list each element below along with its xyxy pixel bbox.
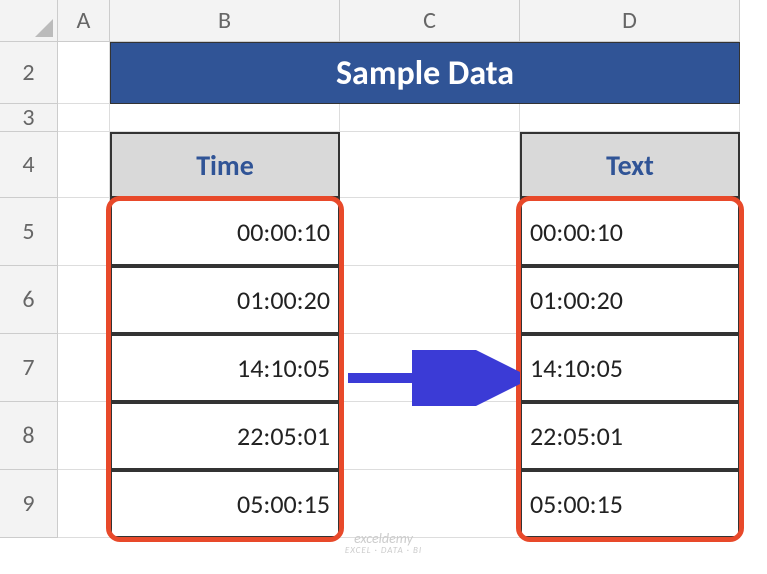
- col-header-D[interactable]: D: [520, 0, 740, 42]
- time-6[interactable]: 01:00:20: [110, 266, 340, 334]
- row-header-6[interactable]: 6: [0, 266, 58, 334]
- cell-D3[interactable]: [520, 104, 740, 132]
- time-5[interactable]: 00:00:10: [110, 198, 340, 266]
- time-8[interactable]: 22:05:01: [110, 402, 340, 470]
- watermark-line2: EXCEL · DATA · BI: [345, 546, 422, 556]
- cell-A2[interactable]: [58, 42, 110, 104]
- col-header-B[interactable]: B: [110, 0, 340, 42]
- row-header-4[interactable]: 4: [0, 132, 58, 198]
- cell-A4[interactable]: [58, 132, 110, 198]
- text-7[interactable]: 14:10:05: [520, 334, 740, 402]
- row-headers: 2 3 4 5 6 7 8 9: [0, 42, 58, 538]
- row-header-2[interactable]: 2: [0, 42, 58, 104]
- cell-C6[interactable]: [340, 266, 520, 334]
- cell-A3[interactable]: [58, 104, 110, 132]
- watermark-line1: exceldemy: [345, 531, 422, 546]
- row-header-3[interactable]: 3: [0, 104, 58, 132]
- row-header-7[interactable]: 7: [0, 334, 58, 402]
- text-5[interactable]: 00:00:10: [520, 198, 740, 266]
- row-header-5[interactable]: 5: [0, 198, 58, 266]
- cell-C8[interactable]: [340, 402, 520, 470]
- text-9[interactable]: 05:00:15: [520, 470, 740, 538]
- row-header-8[interactable]: 8: [0, 402, 58, 470]
- time-9[interactable]: 05:00:15: [110, 470, 340, 538]
- text-8[interactable]: 22:05:01: [520, 402, 740, 470]
- cell-A8[interactable]: [58, 402, 110, 470]
- cell-A9[interactable]: [58, 470, 110, 538]
- col-header-A[interactable]: A: [58, 0, 110, 42]
- spreadsheet: A B C D 2 3 4 5 6 7 8 9 Sample Data Time: [0, 0, 767, 574]
- time-7[interactable]: 14:10:05: [110, 334, 340, 402]
- cell-C3[interactable]: [340, 104, 520, 132]
- cell-A5[interactable]: [58, 198, 110, 266]
- cell-C7[interactable]: [340, 334, 520, 402]
- cell-C9[interactable]: [340, 470, 520, 538]
- header-text[interactable]: Text: [520, 132, 740, 198]
- cell-C4[interactable]: [340, 132, 520, 198]
- header-time[interactable]: Time: [110, 132, 340, 198]
- col-header-C[interactable]: C: [340, 0, 520, 42]
- cell-C5[interactable]: [340, 198, 520, 266]
- cell-B3[interactable]: [110, 104, 340, 132]
- column-headers: A B C D: [58, 0, 740, 42]
- grid: Sample Data Time Text 00:00:10 00:00:10 …: [58, 42, 740, 538]
- watermark: exceldemy EXCEL · DATA · BI: [345, 531, 422, 556]
- title-cell[interactable]: Sample Data: [110, 42, 740, 104]
- cell-A7[interactable]: [58, 334, 110, 402]
- text-6[interactable]: 01:00:20: [520, 266, 740, 334]
- row-header-9[interactable]: 9: [0, 470, 58, 538]
- cell-A6[interactable]: [58, 266, 110, 334]
- select-all-icon: [35, 19, 53, 37]
- select-all-corner[interactable]: [0, 0, 58, 42]
